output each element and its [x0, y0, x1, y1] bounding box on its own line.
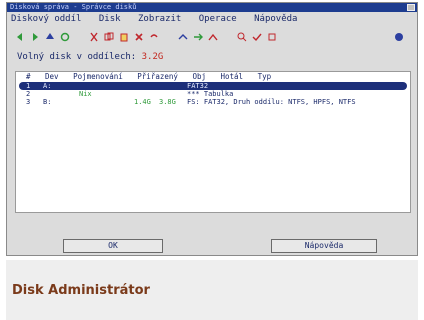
paste-icon[interactable] [119, 32, 129, 42]
row-size2: 3.8G [159, 98, 176, 106]
row-num: 3 [26, 98, 31, 106]
header-dev[interactable]: Dev [45, 72, 59, 81]
back-icon[interactable] [15, 32, 25, 42]
row-size1: 1.4G [134, 98, 151, 106]
header-name[interactable]: Pojmenování [73, 72, 123, 81]
partition-list[interactable]: # Dev Pojmenování Přiřazený Obj Hotál Ty… [15, 71, 411, 213]
row-name: Nix [79, 90, 92, 98]
row-num: 1 [26, 82, 31, 90]
merge-icon[interactable] [208, 32, 218, 42]
header-total[interactable]: Hotál [221, 72, 244, 81]
title-bar: Disková správa - Správce disků [7, 3, 417, 12]
caption-box: Disk Administrátor [6, 260, 418, 320]
toolbar [15, 29, 409, 45]
format-icon[interactable] [178, 32, 188, 42]
info-icon[interactable] [267, 32, 277, 42]
free-space-value: 3.2G [141, 52, 164, 62]
header-assigned[interactable]: Přiřazený [137, 72, 178, 81]
ok-button[interactable]: OK [63, 239, 163, 253]
toolbar-group-partition [178, 32, 223, 42]
toolbar-group-edit [89, 32, 164, 42]
cut-icon[interactable] [89, 32, 99, 42]
table-row[interactable]: 2 Nix *** Tabulka [16, 90, 410, 98]
menu-item-view[interactable]: Zobrazit [138, 14, 181, 24]
header-num[interactable]: # [26, 72, 31, 81]
menu-item-partition[interactable]: Diskový oddíl [11, 14, 81, 24]
header-type[interactable]: Typ [258, 72, 272, 81]
menu-item-disk[interactable]: Disk [99, 14, 121, 24]
menu-item-help[interactable]: Nápověda [254, 14, 297, 24]
undo-icon[interactable] [149, 32, 159, 42]
partition-icon[interactable] [193, 32, 203, 42]
refresh-icon[interactable] [60, 32, 70, 42]
table-row[interactable]: 1 A: FAT32 [19, 82, 407, 90]
close-window-button[interactable] [407, 4, 415, 11]
row-type: FS: FAT32, Druh oddílu: NTFS, HPFS, NTFS [187, 98, 356, 106]
menu-bar: Diskový oddíl Disk Zobrazit Operace Nápo… [11, 13, 413, 25]
menu-item-operations[interactable]: Operace [199, 14, 237, 24]
list-header: # Dev Pojmenování Přiřazený Obj Hotál Ty… [16, 72, 410, 82]
up-icon[interactable] [45, 32, 55, 42]
row-num: 2 [26, 90, 31, 98]
caption-text: Disk Administrátor [12, 283, 150, 298]
check-icon[interactable] [252, 32, 262, 42]
delete-icon[interactable] [134, 32, 144, 42]
table-row[interactable]: 3 B: 1.4G 3.8G FS: FAT32, Druh oddílu: N… [16, 98, 410, 106]
help-icon[interactable] [394, 32, 404, 42]
window-title: Disková správa - Správce disků [10, 3, 137, 11]
toolbar-group-navigation [15, 32, 75, 42]
row-type: FAT32 [187, 82, 209, 90]
row-dev: A: [43, 82, 52, 90]
disk-admin-window: Disková správa - Správce disků Diskový o… [6, 2, 418, 256]
copy-icon[interactable] [104, 32, 114, 42]
header-size[interactable]: Obj [192, 72, 206, 81]
forward-icon[interactable] [30, 32, 40, 42]
free-space-info: Volný disk v oddílech: 3.2G [17, 52, 163, 62]
scan-icon[interactable] [237, 32, 247, 42]
row-dev: B: [43, 98, 52, 106]
help-button[interactable]: Nápověda [271, 239, 377, 253]
toolbar-group-tools [237, 32, 282, 42]
row-type: *** Tabulka [187, 90, 234, 98]
free-space-label: Volný disk v oddílech: [17, 52, 137, 62]
